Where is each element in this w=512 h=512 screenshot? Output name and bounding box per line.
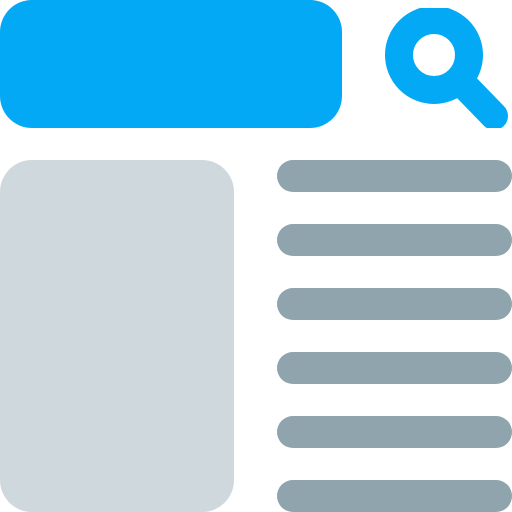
text-line	[277, 480, 512, 512]
search-bar[interactable]	[0, 0, 342, 128]
search-button[interactable]	[384, 8, 512, 128]
text-line	[277, 224, 512, 256]
text-line	[277, 416, 512, 448]
text-line	[277, 352, 512, 384]
search-results-illustration	[0, 0, 512, 512]
text-line	[277, 288, 512, 320]
text-line	[277, 160, 512, 192]
image-placeholder	[0, 160, 234, 512]
magnifier-icon	[385, 8, 508, 128]
